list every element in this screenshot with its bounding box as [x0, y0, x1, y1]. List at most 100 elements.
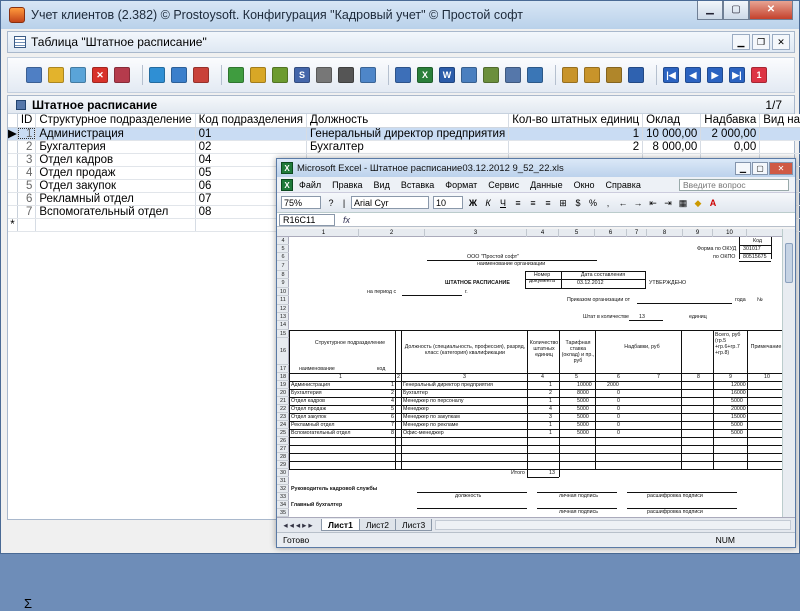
excel-export-icon[interactable]: X	[417, 67, 433, 83]
row-header-cell[interactable]: 6	[277, 253, 289, 261]
row-header-cell[interactable]: 29	[277, 461, 289, 469]
cell-salary[interactable]: 8 000,00	[642, 140, 702, 154]
column-header-cell[interactable]: 5	[559, 229, 595, 237]
new-record-icon[interactable]	[26, 67, 42, 83]
fill-color-icon[interactable]: ◆	[692, 197, 704, 209]
sheet-tab-1[interactable]: Лист1	[321, 519, 360, 531]
excel-menu-item[interactable]: Справка	[606, 180, 641, 190]
cell-dept[interactable]: Администрация	[35, 127, 196, 141]
cell-dept[interactable]: Отдел кадров	[35, 153, 196, 167]
row-header-cell[interactable]: 16	[277, 338, 289, 365]
row-header-cell[interactable]: 33	[277, 493, 289, 501]
html-export-icon[interactable]	[461, 67, 477, 83]
row-indicator[interactable]	[8, 166, 18, 180]
currency-icon[interactable]: $	[572, 197, 584, 209]
row-header-cell[interactable]: 22	[277, 405, 289, 413]
report-icon[interactable]	[395, 67, 411, 83]
row-indicator[interactable]	[8, 205, 18, 219]
row-header-cell[interactable]: 7	[277, 261, 289, 271]
excel-menu-item[interactable]: Данные	[530, 180, 563, 190]
excel-menu-item[interactable]: Окно	[574, 180, 595, 190]
row-header-cell[interactable]: 15	[277, 330, 289, 338]
empty-cell[interactable]	[17, 218, 37, 232]
thousands-icon[interactable]: ‚	[602, 197, 614, 209]
sql-icon[interactable]: S	[294, 67, 310, 83]
excel-menu-item[interactable]: Сервис	[488, 180, 519, 190]
column-header-cell[interactable]: 3	[425, 229, 527, 237]
row-indicator[interactable]	[8, 140, 18, 154]
row-header-cell[interactable]: 19	[277, 381, 289, 389]
empty-cell[interactable]	[35, 218, 196, 232]
cell-id[interactable]: 3	[17, 153, 37, 167]
align-center-icon[interactable]: ≡	[527, 197, 539, 209]
row-header-cell[interactable]: 28	[277, 453, 289, 461]
prev-record-icon[interactable]: ◀	[685, 67, 701, 83]
cell-position[interactable]: Генеральный директор предприятия	[306, 127, 510, 141]
current-row-indicator-icon[interactable]: ▶	[8, 127, 18, 141]
doc-restore-button[interactable]: ❐	[752, 34, 770, 50]
horizontal-scrollbar[interactable]	[435, 520, 791, 530]
word-export-icon[interactable]: W	[439, 67, 455, 83]
excel-maximize-button[interactable]: ▢	[752, 161, 768, 175]
decimal-dec-icon[interactable]: →	[632, 197, 644, 209]
cell-id[interactable]: 6	[17, 192, 37, 206]
filter-icon[interactable]	[149, 67, 165, 83]
column-header-cell[interactable]: 7	[627, 229, 647, 237]
row-header-cell[interactable]: 25	[277, 429, 289, 437]
help-icon[interactable]: ?	[325, 197, 337, 209]
name-box[interactable]: R16C11	[279, 213, 335, 226]
numbering-icon[interactable]: 1	[751, 67, 767, 83]
column-header-cell[interactable]: 1	[289, 229, 359, 237]
row-header-cell[interactable]: 34	[277, 501, 289, 509]
cell-dept[interactable]: Вспомогательный отдел	[35, 205, 196, 219]
fx-icon[interactable]: fx	[343, 215, 350, 225]
cell-id[interactable]: 4	[17, 166, 37, 180]
font-select[interactable]: Arial Cyr	[351, 196, 429, 209]
search-icon[interactable]	[272, 67, 288, 83]
last-record-icon[interactable]: ▶|	[729, 67, 745, 83]
underline-icon[interactable]: Ч	[497, 197, 509, 209]
cell-code[interactable]: 01	[195, 127, 307, 141]
row-header-cell[interactable]: 11	[277, 296, 289, 305]
cell-id[interactable]: 5	[17, 179, 37, 193]
font-color-icon[interactable]: A	[707, 197, 719, 209]
scroll-thumb[interactable]	[785, 243, 793, 283]
italic-icon[interactable]: К	[482, 197, 494, 209]
filter-clear-icon[interactable]	[193, 67, 209, 83]
excel-minimize-button[interactable]: ▁	[735, 161, 751, 175]
table-row[interactable]: 2 Бухгалтерия 02 Бухгалтер 2 8 000,00 0,00	[8, 140, 800, 154]
sheet-tab-2[interactable]: Лист2	[358, 519, 397, 531]
worksheet[interactable]: 1 2 3 4 5 6 7 8 9 10 4 5 6 7 8 9 10 11 12 13 14 15 16 17 18 19 20…	[277, 229, 784, 517]
excel-menu-item[interactable]: Правка	[332, 180, 362, 190]
doc-close-button[interactable]: ✕	[772, 34, 790, 50]
cell-id[interactable]: 2	[17, 140, 37, 154]
import-icon[interactable]	[527, 67, 543, 83]
row-header-cell[interactable]: 21	[277, 397, 289, 405]
first-record-icon[interactable]: |◀	[663, 67, 679, 83]
column-header[interactable]: ID	[17, 114, 37, 128]
indent-dec-icon[interactable]: ⇤	[647, 197, 659, 209]
excel-menu-item[interactable]: Файл	[299, 180, 321, 190]
preview-icon[interactable]	[360, 67, 376, 83]
row-indicator[interactable]	[8, 192, 18, 206]
cell-count[interactable]: 2	[508, 140, 644, 154]
row-header-cell[interactable]: 4	[277, 237, 289, 245]
row-header-cell[interactable]: 24	[277, 421, 289, 429]
maximize-button[interactable]: ▢	[723, 1, 749, 20]
column-header[interactable]: Должность	[306, 114, 510, 128]
column-header[interactable]: Структурное подразделение	[35, 114, 196, 128]
row-header-cell[interactable]: 8	[277, 271, 289, 279]
borders-icon[interactable]: ▦	[677, 197, 689, 209]
row-header-cell[interactable]: 32	[277, 485, 289, 493]
delete-record-icon[interactable]: ✕	[92, 67, 108, 83]
column-header[interactable]: Надбавка	[700, 114, 761, 128]
ask-question-input[interactable]: Введите вопрос	[679, 178, 789, 191]
column-header[interactable]: Вид надбавки	[759, 114, 800, 128]
font-size-select[interactable]: 10	[433, 196, 463, 209]
indent-inc-icon[interactable]: ⇥	[662, 197, 674, 209]
table-row[interactable]: ▶ 1 Администрация 01 Генеральный директор пр…	[8, 127, 800, 141]
percent-icon[interactable]: %	[587, 197, 599, 209]
column-header-cell[interactable]: 8	[647, 229, 683, 237]
cell-dept[interactable]: Рекламный отдел	[35, 192, 196, 206]
row-header-cell[interactable]: 30	[277, 469, 289, 477]
